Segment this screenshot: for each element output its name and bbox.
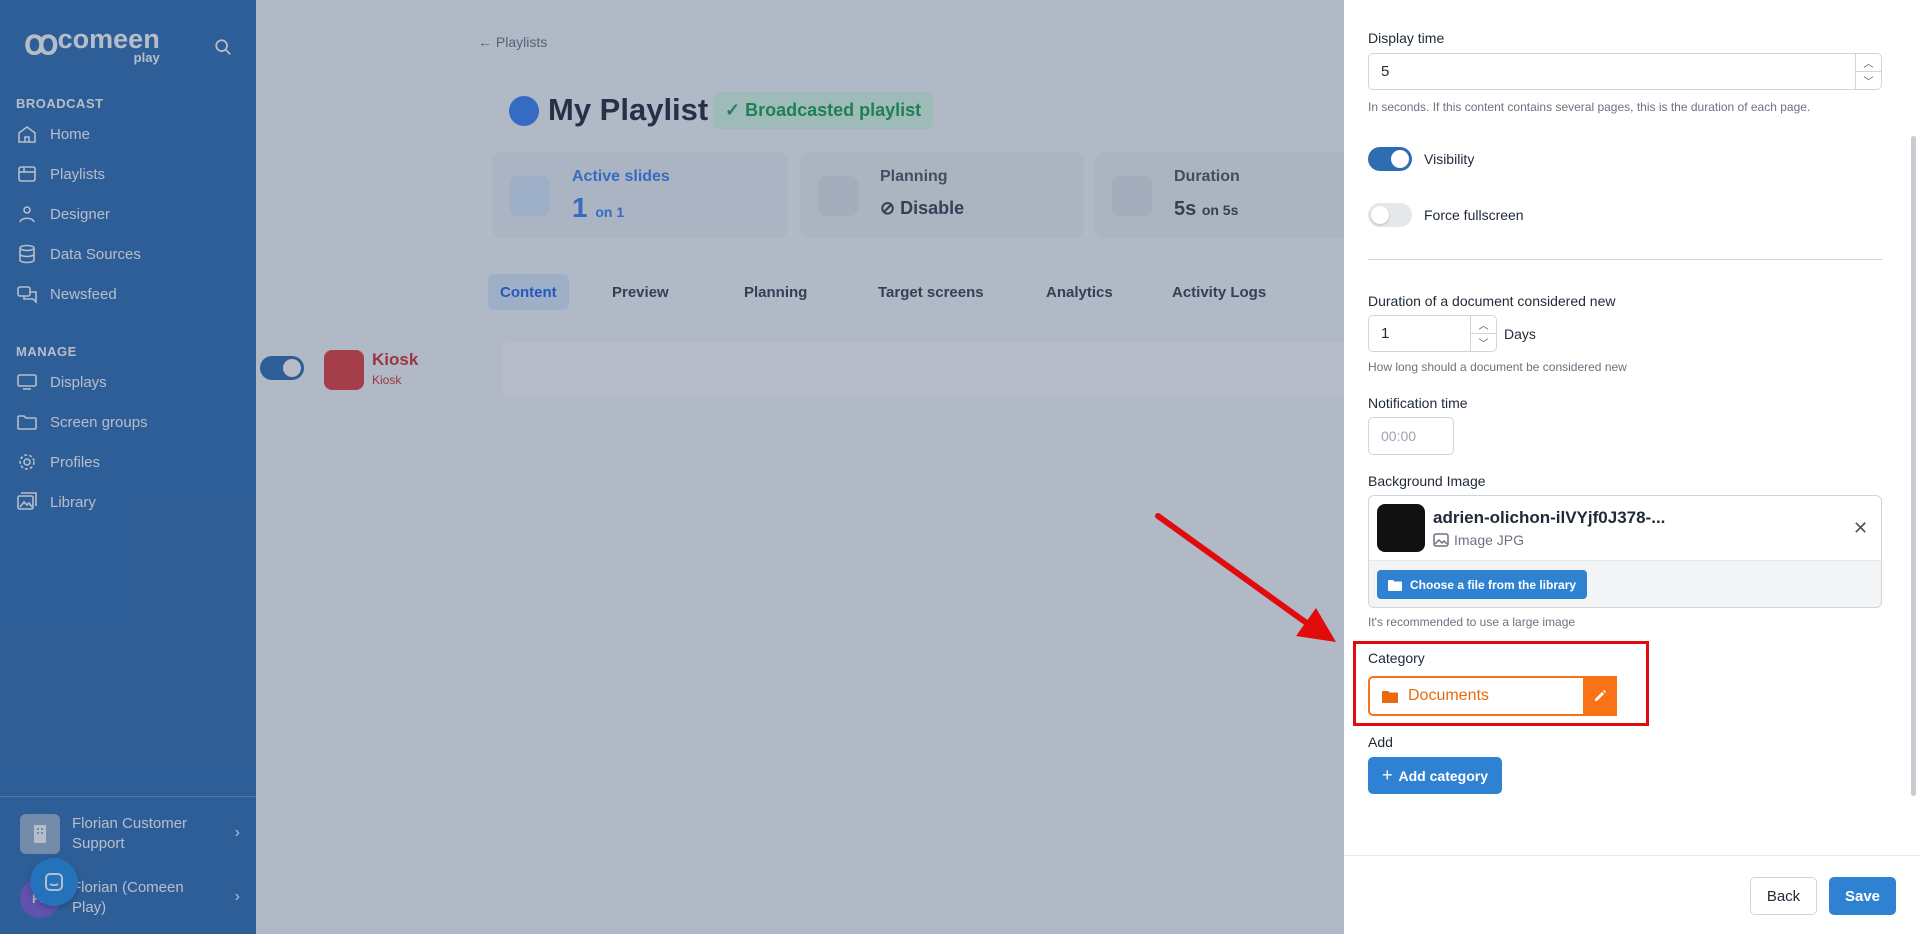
- display-time-stepper[interactable]: ︿ ﹀: [1855, 54, 1881, 89]
- image-file-type: Image JPG: [1433, 532, 1524, 548]
- new-duration-help: How long should a document be considered…: [1368, 360, 1627, 374]
- display-time-label: Display time: [1368, 30, 1445, 46]
- edit-category-button[interactable]: [1583, 676, 1617, 716]
- add-category-label: Add category: [1398, 767, 1488, 784]
- image-file-type-label: Image JPG: [1454, 532, 1525, 548]
- category-value: Documents: [1408, 687, 1489, 704]
- folder-icon: [1388, 579, 1402, 591]
- remove-image-close-icon[interactable]: ✕: [1853, 518, 1868, 539]
- category-label: Category: [1368, 650, 1425, 666]
- chevron-up-icon[interactable]: ︿: [1471, 316, 1496, 333]
- new-duration-unit: Days: [1504, 326, 1536, 342]
- choose-from-library-label: Choose a file from the library: [1410, 577, 1577, 592]
- new-duration-stepper[interactable]: ︿ ﹀: [1470, 316, 1496, 351]
- back-button[interactable]: Back: [1750, 877, 1817, 915]
- panel-footer-divider: [1344, 855, 1920, 856]
- new-duration-label: Duration of a document considered new: [1368, 293, 1616, 309]
- choose-from-library-button[interactable]: Choose a file from the library: [1377, 570, 1588, 599]
- background-image-help: It's recommended to use a large image: [1368, 615, 1576, 629]
- display-time-help: In seconds. If this content contains sev…: [1368, 100, 1811, 114]
- new-duration-value: 1: [1381, 325, 1390, 342]
- visibility-toggle[interactable]: [1368, 147, 1412, 171]
- save-button[interactable]: Save: [1829, 877, 1896, 915]
- annotation-arrow-icon: [1155, 513, 1336, 642]
- add-label: Add: [1368, 734, 1393, 750]
- modal-backdrop[interactable]: [0, 0, 1344, 934]
- visibility-label: Visibility: [1424, 151, 1475, 167]
- plus-icon: +: [1382, 765, 1393, 785]
- background-image-label: Background Image: [1368, 473, 1486, 489]
- add-category-button[interactable]: + Add category: [1368, 757, 1502, 794]
- force-fullscreen-label: Force fullscreen: [1424, 207, 1524, 223]
- panel-scrollbar[interactable]: [1911, 136, 1916, 796]
- pencil-icon: [1595, 690, 1606, 701]
- notification-time-placeholder: 00:00: [1381, 428, 1417, 444]
- notification-time-input[interactable]: 00:00: [1368, 417, 1454, 455]
- folder-icon: [1382, 690, 1398, 703]
- chevron-down-icon[interactable]: ﹀: [1471, 333, 1496, 351]
- image-file-name: adrien-olichon-ilVYjf0J378-...: [1433, 508, 1666, 527]
- new-duration-input[interactable]: 1 ︿ ﹀: [1368, 315, 1497, 352]
- chevron-down-icon[interactable]: ﹀: [1856, 71, 1881, 89]
- force-fullscreen-toggle[interactable]: [1368, 203, 1412, 227]
- image-icon: [1433, 533, 1449, 547]
- image-thumbnail: [1377, 504, 1425, 552]
- display-time-value: 5: [1381, 63, 1390, 80]
- panel-divider: [1368, 259, 1882, 260]
- category-chip[interactable]: Documents: [1368, 676, 1617, 716]
- display-time-input[interactable]: 5 ︿ ﹀: [1368, 53, 1882, 90]
- chevron-up-icon[interactable]: ︿: [1856, 54, 1881, 71]
- notification-time-label: Notification time: [1368, 395, 1468, 411]
